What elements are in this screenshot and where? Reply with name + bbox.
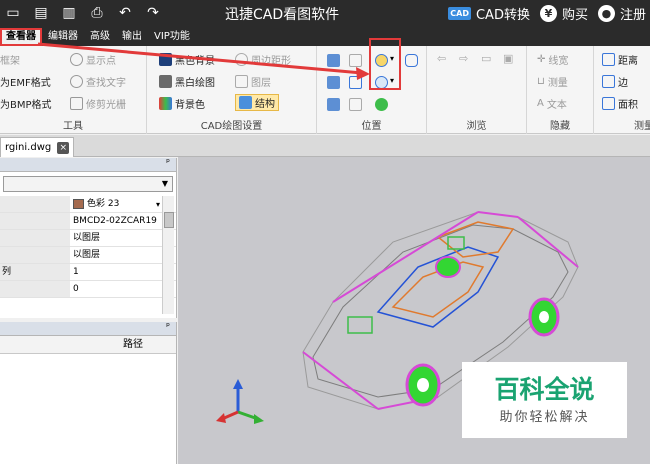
y-axis-arrow	[216, 413, 226, 423]
chevron-down-icon: ▼	[161, 179, 168, 188]
chevron-down-icon: ▾	[155, 199, 160, 209]
watermark-logo: 百科全说 助你轻松解决	[462, 362, 627, 438]
close-icon[interactable]: ×	[57, 141, 70, 154]
property-row-layer: BMCD2-02ZCAR19	[0, 213, 176, 230]
bumper-line	[302, 351, 379, 410]
properties-panel: ᵖ ▼ 色彩 23 ▾ BMCD2-02ZCAR19 以图层 以图层 列 1 0	[0, 158, 177, 318]
properties-scrollbar[interactable]	[162, 196, 174, 314]
properties-panel-header: ᵖ	[0, 158, 176, 172]
path-column-header[interactable]: 路径	[0, 336, 176, 354]
document-tabs: rgini.dwg ×	[0, 135, 650, 157]
x-axis-arrow	[254, 414, 264, 424]
tab-document[interactable]: rgini.dwg ×	[0, 137, 75, 157]
color-swatch	[73, 199, 84, 209]
files-panel-header: ᵖ	[0, 322, 176, 336]
property-row-thickness: 0	[0, 281, 176, 298]
pin-icon[interactable]: ᵖ	[166, 322, 170, 332]
watermark-main-text: 百科全说	[494, 375, 595, 404]
app-window: ▭ ▤ ▥ ⎙ ↶ ↷ 迅捷CAD看图软件 CAD CAD转换 ¥ 购买 ● 注…	[0, 0, 650, 464]
back-wheel	[435, 256, 461, 278]
z-axis-arrow	[233, 379, 243, 389]
roof-edge-line	[332, 211, 479, 303]
rear-line	[477, 211, 519, 218]
roof-wireframe	[436, 221, 515, 258]
property-row-color: 色彩 23 ▾	[0, 196, 176, 213]
headlight-wireframe	[347, 316, 373, 334]
scrollbar-thumb[interactable]	[164, 212, 174, 228]
rear-edge-line	[517, 216, 579, 268]
object-selector[interactable]: ▼	[3, 176, 173, 192]
watermark-sub-text: 助你轻松解决	[499, 410, 590, 425]
property-row-linetype: 以图层	[0, 230, 176, 247]
rear-wheel-hub	[539, 311, 549, 323]
tab-filename: rgini.dwg	[5, 142, 52, 153]
files-panel: ᵖ 路径	[0, 322, 177, 464]
front-wheel-hub	[417, 378, 429, 392]
pin-icon[interactable]: ᵖ	[166, 158, 170, 168]
property-row-scale: 列 1	[0, 264, 176, 281]
property-row-lineweight: 以图层	[0, 247, 176, 264]
color-select[interactable]: 色彩 23 ▾	[70, 196, 176, 212]
